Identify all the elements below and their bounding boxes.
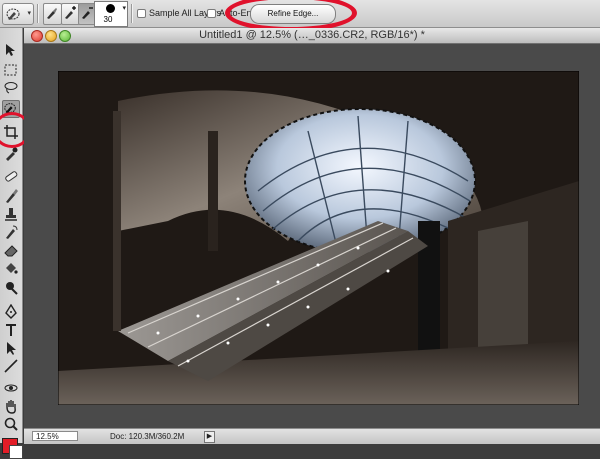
marquee-icon: [4, 64, 17, 76]
refine-edge-button[interactable]: Refine Edge...: [250, 4, 336, 24]
document-window: Untitled1 @ 12.5% (…_0336.CR2, RGB/16*) …: [24, 28, 600, 444]
brush-minus-icon: [82, 7, 93, 19]
chevron-down-icon: ▾: [122, 5, 126, 12]
canvas-area[interactable]: [24, 44, 600, 428]
sample-all-layers-checkbox[interactable]: [137, 8, 146, 18]
document-size-info: Doc: 120.3M/360.2M: [110, 432, 185, 441]
eraser-icon: [4, 245, 18, 257]
brush-tip-preview: [106, 4, 115, 13]
path-selection-tool[interactable]: [3, 340, 19, 356]
document-title: Untitled1 @ 12.5% (…_0336.CR2, RGB/16*) …: [199, 29, 425, 41]
pen-tool[interactable]: [3, 304, 19, 320]
healing-brush-tool[interactable]: [3, 168, 19, 184]
photo-image: [58, 71, 579, 405]
status-menu-arrow-icon[interactable]: ▶: [204, 431, 215, 443]
chevron-down-icon: ▾: [27, 10, 31, 17]
tool-preset-picker[interactable]: ▾: [2, 3, 34, 25]
crop-tool[interactable]: [3, 124, 19, 140]
hand-tool[interactable]: [3, 398, 19, 414]
dodge-tool[interactable]: [3, 280, 19, 296]
divider: [37, 4, 39, 23]
type-tool[interactable]: [3, 322, 19, 338]
rotate-3d-icon: [4, 384, 18, 392]
shape-tool[interactable]: [3, 358, 19, 374]
type-icon: [6, 324, 16, 336]
history-brush-icon: [6, 225, 18, 239]
brush-icon: [47, 8, 57, 19]
options-bar: ▾ 30 ▾ Sample All Layers Auto-Enhan Refi…: [0, 0, 600, 32]
stamp-icon: [5, 208, 17, 221]
auto-enhance-checkbox[interactable]: [207, 8, 216, 18]
brush-size-value: 30: [103, 15, 113, 24]
new-selection-mode-button[interactable]: [43, 3, 62, 25]
quick-selection-tool[interactable]: [2, 100, 20, 118]
crop-icon: [4, 125, 18, 139]
eraser-tool[interactable]: [3, 242, 19, 258]
bandage-icon: [5, 171, 18, 182]
brush-plus-icon: [65, 6, 76, 19]
3d-rotate-tool[interactable]: [3, 380, 19, 396]
brush-size-picker[interactable]: 30 ▾: [94, 1, 128, 27]
pen-icon: [5, 304, 17, 319]
quick-selection-brush-icon: [6, 8, 20, 20]
hand-icon: [6, 400, 16, 414]
lasso-icon: [4, 82, 18, 94]
status-bar: 12.5% Doc: 120.3M/360.2M ▶: [24, 428, 600, 444]
move-arrow-icon: [6, 44, 15, 56]
escalator-photo[interactable]: [58, 71, 579, 405]
clone-stamp-tool[interactable]: [3, 206, 19, 222]
paint-bucket-tool[interactable]: [3, 260, 19, 276]
paintbrush-icon: [6, 189, 18, 203]
divider: [131, 4, 133, 23]
dodge-icon: [6, 282, 18, 295]
zoom-tool[interactable]: [3, 416, 19, 432]
eyedropper-tool[interactable]: [3, 146, 19, 162]
line-shape-icon: [4, 359, 18, 373]
move-tool[interactable]: [3, 42, 19, 58]
paint-bucket-icon: [6, 263, 18, 274]
path-selection-arrow-icon: [7, 342, 16, 355]
quick-selection-icon: [4, 103, 16, 114]
magnifier-icon: [4, 417, 18, 431]
document-title-bar[interactable]: Untitled1 @ 12.5% (…_0336.CR2, RGB/16*) …: [24, 28, 600, 44]
history-brush-tool[interactable]: [3, 224, 19, 240]
marquee-tool[interactable]: [3, 62, 19, 78]
eyedropper-icon: [6, 147, 18, 161]
tools-panel: [0, 28, 31, 459]
background-color-swatch[interactable]: [9, 445, 23, 459]
brush-tool[interactable]: [3, 188, 19, 204]
zoom-level-field[interactable]: 12.5%: [32, 431, 78, 441]
lasso-tool[interactable]: [3, 80, 19, 96]
